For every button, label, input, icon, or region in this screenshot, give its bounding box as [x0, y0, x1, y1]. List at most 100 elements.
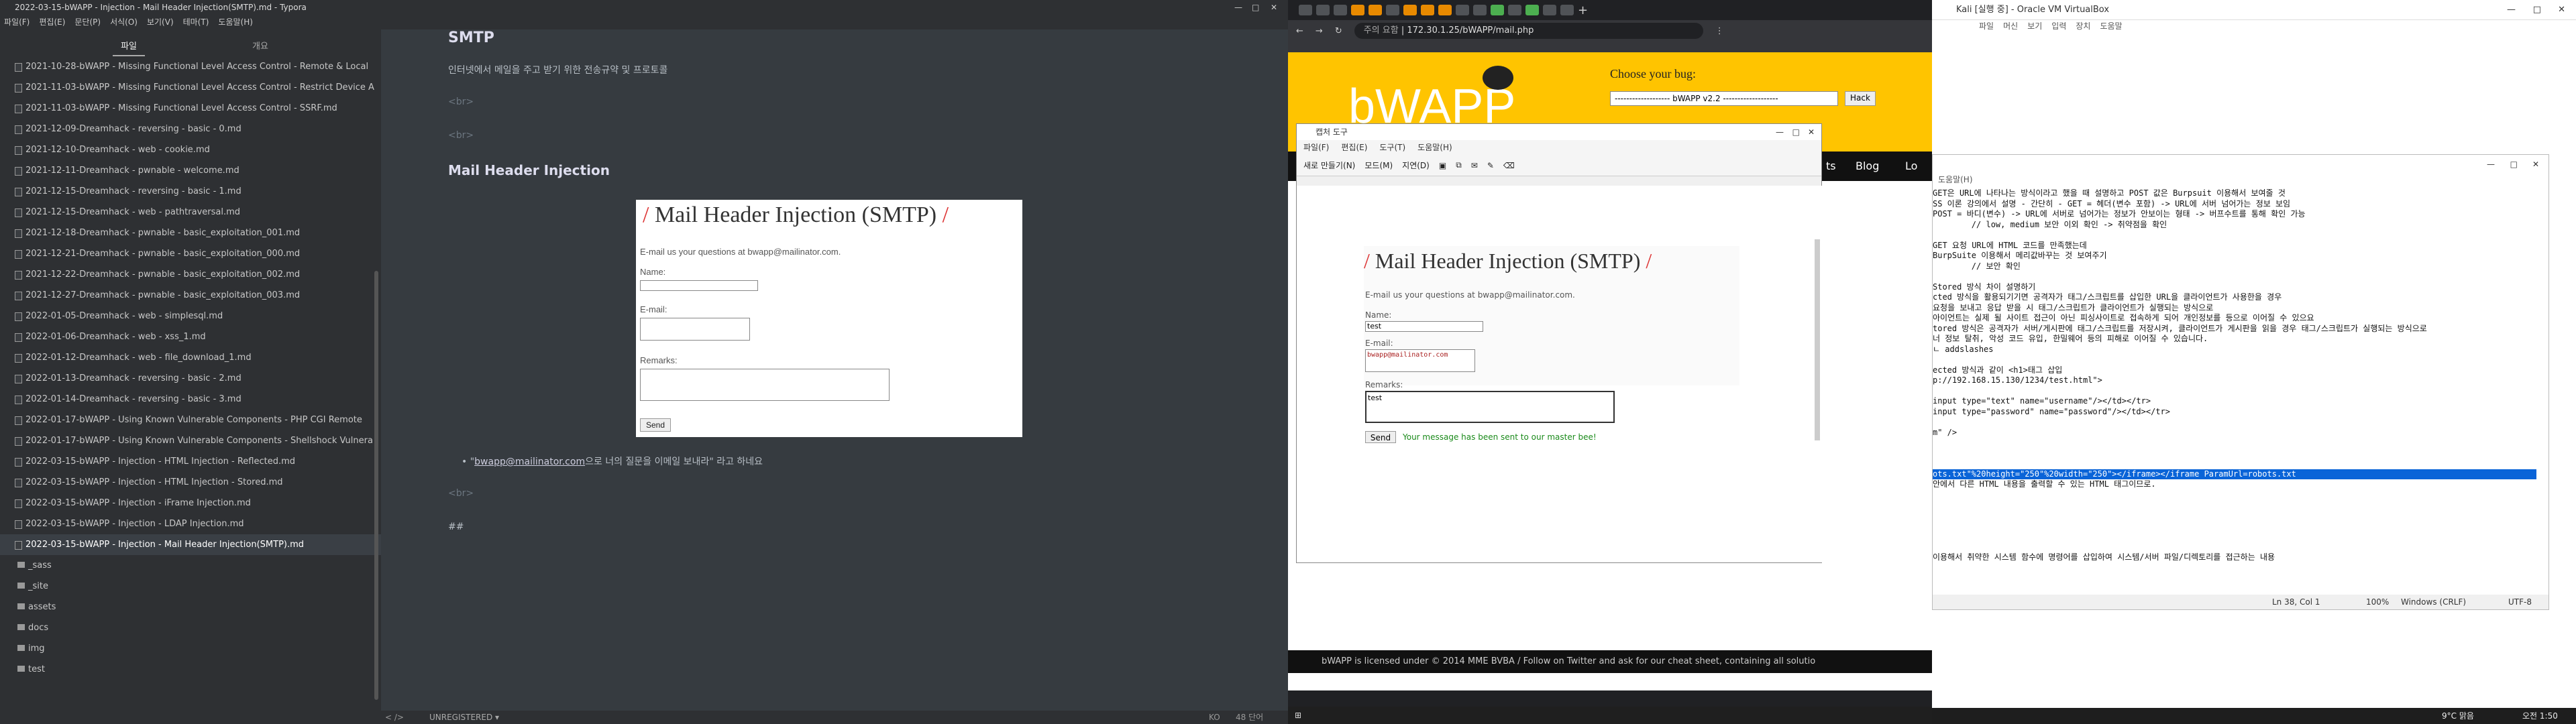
maximize-icon[interactable]: □: [2533, 0, 2541, 20]
save-icon[interactable]: ▣: [1439, 161, 1446, 170]
browser-tab[interactable]: [1560, 5, 1574, 15]
maximize-icon[interactable]: □: [1252, 0, 1259, 15]
browser-tab[interactable]: [1403, 5, 1417, 15]
menu-format[interactable]: 서식(O): [110, 15, 138, 29]
browser-tab[interactable]: [1456, 5, 1469, 15]
file-item[interactable]: 2021-11-03-bWAPP - Missing Functional Le…: [0, 77, 381, 98]
file-item[interactable]: 2021-12-09-Dreamhack - reversing - basic…: [0, 119, 381, 139]
file-item[interactable]: 2021-12-18-Dreamhack - pwnable - basic_e…: [0, 223, 381, 243]
new-tab-icon[interactable]: +: [1578, 3, 1588, 17]
file-item[interactable]: 2021-12-22-Dreamhack - pwnable - basic_e…: [0, 264, 381, 285]
browser-tab[interactable]: [1334, 5, 1347, 15]
nav-item[interactable]: ts: [1826, 160, 1836, 172]
snip-menu-help[interactable]: 도움말(H): [1417, 140, 1452, 155]
file-item[interactable]: 2021-10-28-bWAPP - Missing Functional Le…: [0, 56, 381, 77]
new-snip-button[interactable]: 새로 만들기(N): [1303, 160, 1355, 171]
notepad-text-area[interactable]: GET은 URL에 나타나는 방식이라고 했을 때 설명하고 POST 값은 B…: [1933, 188, 2536, 584]
sidebar-scrollbar[interactable]: [374, 271, 378, 700]
reload-icon[interactable]: ↻: [1335, 26, 1342, 36]
file-item[interactable]: 2021-12-11-Dreamhack - pwnable - welcome…: [0, 160, 381, 181]
maximize-icon[interactable]: □: [1792, 124, 1800, 140]
tab-files[interactable]: 파일: [113, 39, 145, 56]
snip-menu-file[interactable]: 파일(F): [1303, 140, 1329, 155]
browser-tab[interactable]: [1299, 5, 1312, 15]
file-item[interactable]: 2022-01-17-bWAPP - Using Known Vulnerabl…: [0, 430, 381, 451]
file-item[interactable]: 2021-12-21-Dreamhack - pwnable - basic_e…: [0, 243, 381, 264]
close-icon[interactable]: ✕: [2558, 0, 2565, 20]
browser-tab[interactable]: [1421, 5, 1434, 15]
file-item[interactable]: 2022-01-12-Dreamhack - web - file_downlo…: [0, 347, 381, 368]
copy-icon[interactable]: ⧉: [1456, 160, 1462, 170]
forward-icon[interactable]: →: [1316, 26, 1323, 36]
folder-item[interactable]: test: [0, 659, 381, 680]
file-item[interactable]: 2021-12-10-Dreamhack - web - cookie.md: [0, 139, 381, 160]
minimize-icon[interactable]: —: [2487, 155, 2495, 174]
snip-menu-tools[interactable]: 도구(T): [1379, 140, 1405, 155]
nav-logout[interactable]: Lo: [1905, 160, 1917, 172]
browser-tab[interactable]: [1386, 5, 1399, 15]
menu-theme[interactable]: 테마(T): [183, 15, 209, 29]
browser-tab[interactable]: [1525, 5, 1539, 15]
minimize-icon[interactable]: —: [1776, 124, 1784, 140]
folder-item[interactable]: docs: [0, 617, 381, 638]
browser-tab[interactable]: [1316, 5, 1330, 15]
file-item[interactable]: 2022-03-15-bWAPP - Injection - HTML Inje…: [0, 472, 381, 493]
vbox-menu-item[interactable]: 파일: [1979, 20, 1994, 32]
editor-pane[interactable]: SMTP 인터넷에서 메일을 주고 받기 위한 전송규약 및 프로토콜 <br>…: [381, 29, 1288, 711]
eraser-icon[interactable]: ⌫: [1503, 161, 1515, 170]
menu-view[interactable]: 보기(V): [147, 15, 174, 29]
folder-item[interactable]: img: [0, 638, 381, 659]
file-item[interactable]: 2021-11-03-bWAPP - Missing Functional Le…: [0, 98, 381, 119]
start-icon[interactable]: ⊞: [1295, 711, 1301, 720]
file-item[interactable]: 2022-01-05-Dreamhack - web - simplesql.m…: [0, 306, 381, 326]
folder-item[interactable]: _sass: [0, 555, 381, 576]
minimize-icon[interactable]: —: [1234, 0, 1242, 15]
browser-tab[interactable]: [1351, 5, 1364, 15]
file-item[interactable]: 2022-01-06-Dreamhack - web - xss_1.md: [0, 326, 381, 347]
file-item-selected[interactable]: 2022-03-15-bWAPP - Injection - Mail Head…: [0, 534, 381, 555]
browser-tab[interactable]: [1438, 5, 1452, 15]
extensions-icon[interactable]: ⋮: [1715, 26, 1724, 36]
unregistered-badge[interactable]: UNREGISTERED ▾: [429, 711, 499, 724]
file-item[interactable]: 2022-03-15-bWAPP - Injection - HTML Inje…: [0, 451, 381, 472]
vbox-menu-item[interactable]: 입력: [2051, 20, 2066, 32]
close-icon[interactable]: ✕: [1271, 0, 1277, 15]
vbox-menu-item[interactable]: 보기: [2027, 20, 2042, 32]
snip-menu-edit[interactable]: 편집(E): [1341, 140, 1367, 155]
menu-paragraph[interactable]: 문단(P): [74, 15, 101, 29]
file-item[interactable]: 2022-03-15-bWAPP - Injection - LDAP Inje…: [0, 514, 381, 534]
file-item[interactable]: 2021-12-15-Dreamhack - web - pathtravers…: [0, 202, 381, 223]
browser-tab[interactable]: [1368, 5, 1382, 15]
browser-tab[interactable]: [1491, 5, 1504, 15]
url-bar[interactable]: 주의 요함 | 172.30.1.25/bWAPP/mail.php: [1354, 23, 1703, 39]
mode-button[interactable]: 모드(M): [1364, 160, 1393, 171]
folder-item[interactable]: _site: [0, 576, 381, 597]
minimize-icon[interactable]: —: [2507, 0, 2516, 20]
vm-screen[interactable]: — □ ✕ 도움말(H) GET은 URL에 나타나는 방식이라고 했을 때 설…: [1932, 154, 2576, 708]
browser-tab[interactable]: [1508, 5, 1521, 15]
folder-item[interactable]: assets: [0, 597, 381, 617]
pen-icon[interactable]: ✎: [1487, 161, 1494, 170]
delay-button[interactable]: 지연(D): [1402, 160, 1430, 171]
browser-tab[interactable]: [1473, 5, 1487, 15]
notepad-menu-help[interactable]: 도움말(H): [1933, 174, 2548, 186]
menu-edit[interactable]: 편집(E): [39, 15, 65, 29]
close-icon[interactable]: ✕: [1808, 124, 1815, 140]
browser-tab[interactable]: [1543, 5, 1556, 15]
file-item[interactable]: 2022-01-14-Dreamhack - reversing - basic…: [0, 389, 381, 410]
file-item[interactable]: 2022-03-15-bWAPP - Injection - iFrame In…: [0, 493, 381, 514]
tab-outline[interactable]: 개요: [252, 39, 268, 56]
file-item[interactable]: 2021-12-15-Dreamhack - reversing - basic…: [0, 181, 381, 202]
vbox-menu-item[interactable]: 장치: [2076, 20, 2090, 32]
menu-file[interactable]: 파일(F): [4, 15, 30, 29]
vbox-menu-item[interactable]: 도움말: [2100, 20, 2122, 32]
nav-blog[interactable]: Blog: [1856, 160, 1879, 172]
close-icon[interactable]: ✕: [2532, 155, 2539, 174]
vbox-menu-item[interactable]: 머신: [2003, 20, 2018, 32]
email-link[interactable]: bwapp@mailinator.com: [474, 457, 585, 467]
snip-scrollbar[interactable]: [1815, 239, 1820, 440]
file-item[interactable]: 2022-01-13-Dreamhack - reversing - basic…: [0, 368, 381, 389]
maximize-icon[interactable]: □: [2510, 155, 2518, 174]
bug-select[interactable]: ------------------- bWAPP v2.2 ---------…: [1610, 91, 1838, 106]
menu-help[interactable]: 도움말(H): [218, 15, 253, 29]
